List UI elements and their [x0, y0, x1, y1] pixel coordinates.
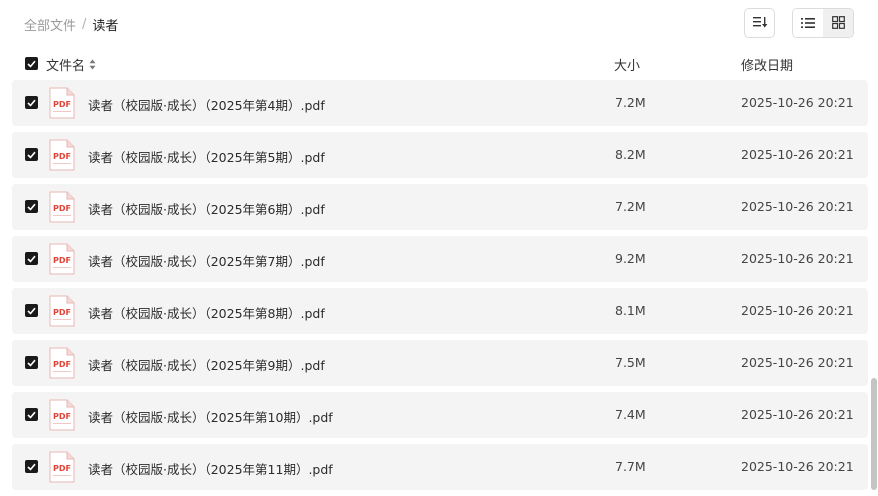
svg-text:PDF: PDF: [53, 412, 71, 421]
svg-text:PDF: PDF: [53, 100, 71, 109]
svg-text:PDF: PDF: [53, 204, 71, 213]
file-name[interactable]: 读者（校园版·成长）（2025年第5期）.pdf: [88, 147, 325, 166]
file-modified-date: 2025-10-26 20:21: [741, 355, 854, 370]
row-checkbox[interactable]: [25, 460, 38, 473]
row-checkbox[interactable]: [25, 304, 38, 317]
file-size: 8.2M: [615, 147, 646, 162]
file-modified-date: 2025-10-26 20:21: [741, 407, 854, 422]
select-all-checkbox[interactable]: [25, 57, 38, 70]
check-icon: [27, 60, 36, 68]
check-icon: [27, 359, 36, 367]
check-icon: [27, 307, 36, 315]
svg-text:PDF: PDF: [53, 152, 71, 161]
row-checkbox[interactable]: [25, 200, 38, 213]
file-row[interactable]: PDF 读者（校园版·成长）（2025年第4期）.pdf 7.2M 2025-1…: [12, 80, 868, 126]
file-modified-date: 2025-10-26 20:21: [741, 303, 854, 318]
pdf-file-icon: PDF: [49, 87, 75, 122]
svg-text:PDF: PDF: [53, 464, 71, 473]
breadcrumb: 全部文件 / 读者: [24, 14, 118, 34]
breadcrumb-root-link[interactable]: 全部文件: [24, 15, 76, 34]
file-modified-date: 2025-10-26 20:21: [741, 199, 854, 214]
check-icon: [27, 411, 36, 419]
row-checkbox[interactable]: [25, 356, 38, 369]
pdf-file-icon: PDF: [49, 243, 75, 278]
file-name[interactable]: 读者（校园版·成长）（2025年第8期）.pdf: [88, 303, 325, 322]
file-row[interactable]: PDF 读者（校园版·成长）（2025年第9期）.pdf 7.5M 2025-1…: [12, 340, 868, 386]
row-checkbox[interactable]: [25, 96, 38, 109]
sort-toggle-icon: [89, 59, 96, 70]
file-size: 9.2M: [615, 251, 646, 266]
file-name[interactable]: 读者（校园版·成长）（2025年第7期）.pdf: [88, 251, 325, 270]
file-size: 8.1M: [615, 303, 646, 318]
pdf-file-icon: PDF: [49, 295, 75, 330]
file-row[interactable]: PDF 读者（校园版·成长）（2025年第7期）.pdf 9.2M 2025-1…: [12, 236, 868, 282]
pdf-file-icon: PDF: [49, 451, 75, 486]
row-checkbox[interactable]: [25, 252, 38, 265]
grid-view-icon: [831, 14, 845, 33]
pdf-file-icon: PDF: [49, 347, 75, 382]
file-size: 7.4M: [615, 407, 646, 422]
name-column-header[interactable]: 文件名: [46, 55, 96, 74]
file-row[interactable]: PDF 读者（校园版·成长）（2025年第10期）.pdf 7.4M 2025-…: [12, 392, 868, 438]
size-column-header[interactable]: 大小: [614, 55, 640, 74]
check-icon: [27, 99, 36, 107]
file-row[interactable]: PDF 读者（校园版·成长）（2025年第11期）.pdf 7.7M 2025-…: [12, 444, 868, 490]
breadcrumb-current: 读者: [92, 18, 119, 34]
file-modified-date: 2025-10-26 20:21: [741, 95, 854, 110]
file-size: 7.2M: [615, 199, 646, 214]
file-row[interactable]: PDF 读者（校园版·成长）（2025年第6期）.pdf 7.2M 2025-1…: [12, 184, 868, 230]
list-view-button[interactable]: [793, 9, 823, 37]
view-toggle: [792, 8, 854, 38]
file-name[interactable]: 读者（校园版·成长）（2025年第6期）.pdf: [88, 199, 325, 218]
modified-column-header[interactable]: 修改日期: [741, 55, 793, 74]
file-list: PDF 读者（校园版·成长）（2025年第4期）.pdf 7.2M 2025-1…: [12, 80, 868, 496]
file-modified-date: 2025-10-26 20:21: [741, 459, 854, 474]
file-modified-date: 2025-10-26 20:21: [741, 251, 854, 266]
file-name[interactable]: 读者（校园版·成长）（2025年第4期）.pdf: [88, 95, 325, 114]
check-icon: [27, 463, 36, 471]
name-column-label: 文件名: [46, 59, 86, 74]
file-name[interactable]: 读者（校园版·成长）（2025年第9期）.pdf: [88, 355, 325, 374]
row-checkbox[interactable]: [25, 148, 38, 161]
file-row[interactable]: PDF 读者（校园版·成长）（2025年第8期）.pdf 8.1M 2025-1…: [12, 288, 868, 334]
check-icon: [27, 203, 36, 211]
table-header: 文件名 大小 修改日期: [12, 52, 868, 76]
file-modified-date: 2025-10-26 20:21: [741, 147, 854, 162]
check-icon: [27, 255, 36, 263]
row-checkbox[interactable]: [25, 408, 38, 421]
file-name[interactable]: 读者（校园版·成长）（2025年第10期）.pdf: [88, 407, 333, 426]
svg-text:PDF: PDF: [53, 308, 71, 317]
file-row[interactable]: PDF 读者（校园版·成长）（2025年第5期）.pdf 8.2M 2025-1…: [12, 132, 868, 178]
svg-text:PDF: PDF: [53, 360, 71, 369]
file-size: 7.5M: [615, 355, 646, 370]
svg-text:PDF: PDF: [53, 256, 71, 265]
file-name[interactable]: 读者（校园版·成长）（2025年第11期）.pdf: [88, 459, 333, 478]
list-view-icon: [801, 14, 815, 33]
check-icon: [27, 151, 36, 159]
file-size: 7.7M: [615, 459, 646, 474]
sort-button[interactable]: [744, 8, 775, 38]
pdf-file-icon: PDF: [49, 191, 75, 226]
pdf-file-icon: PDF: [49, 399, 75, 434]
pdf-file-icon: PDF: [49, 139, 75, 174]
file-size: 7.2M: [615, 95, 646, 110]
sort-icon: [752, 14, 768, 33]
scrollbar-thumb[interactable]: [871, 378, 877, 490]
grid-view-button[interactable]: [823, 9, 853, 37]
breadcrumb-separator: /: [82, 16, 87, 32]
